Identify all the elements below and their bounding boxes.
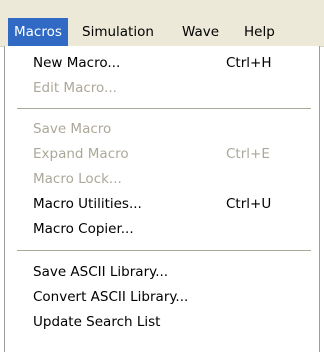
menu-item-macro-copier[interactable]: Macro Copier... [5,217,319,241]
menu-item-label: New Macro... [33,55,121,71]
menu-bar: Macros Simulation Wave Help [0,0,324,47]
menu-item-macro-utilities[interactable]: Macro Utilities... Ctrl+U [5,192,319,216]
menu-item-label: Edit Macro... [33,80,117,96]
menu-item-save-macro: Save Macro [5,117,319,141]
menu-item-label: Expand Macro [33,146,129,162]
menu-separator [17,250,311,251]
menu-wave[interactable]: Wave [176,18,225,46]
menu-item-new-macro[interactable]: New Macro... Ctrl+H [5,51,319,75]
menu-item-convert-ascii-library[interactable]: Convert ASCII Library... [5,285,319,309]
menu-separator [17,108,311,109]
menu-item-shortcut: Ctrl+E [226,146,270,162]
menu-item-label: Convert ASCII Library... [33,289,189,305]
menu-item-edit-macro: Edit Macro... [5,76,319,100]
menu-macros[interactable]: Macros [8,18,68,46]
menu-item-macro-lock: Macro Lock... [5,167,319,191]
menu-simulation[interactable]: Simulation [76,18,160,46]
menu-item-expand-macro: Expand Macro Ctrl+E [5,142,319,166]
menu-item-label: Macro Utilities... [33,196,142,212]
menu-item-update-search-list[interactable]: Update Search List [5,310,319,334]
menu-item-label: Update Search List [33,314,161,330]
menu-item-save-ascii-library[interactable]: Save ASCII Library... [5,260,319,284]
menu-item-shortcut: Ctrl+H [226,55,272,71]
menu-help[interactable]: Help [238,18,281,46]
menu-item-label: Macro Copier... [33,221,134,237]
menu-item-label: Macro Lock... [33,171,122,187]
macros-dropdown-menu: New Macro... Ctrl+H Edit Macro... Save M… [4,46,320,352]
menu-item-shortcut: Ctrl+U [226,196,272,212]
menu-item-label: Save Macro [33,121,112,137]
menu-item-label: Save ASCII Library... [33,264,169,280]
